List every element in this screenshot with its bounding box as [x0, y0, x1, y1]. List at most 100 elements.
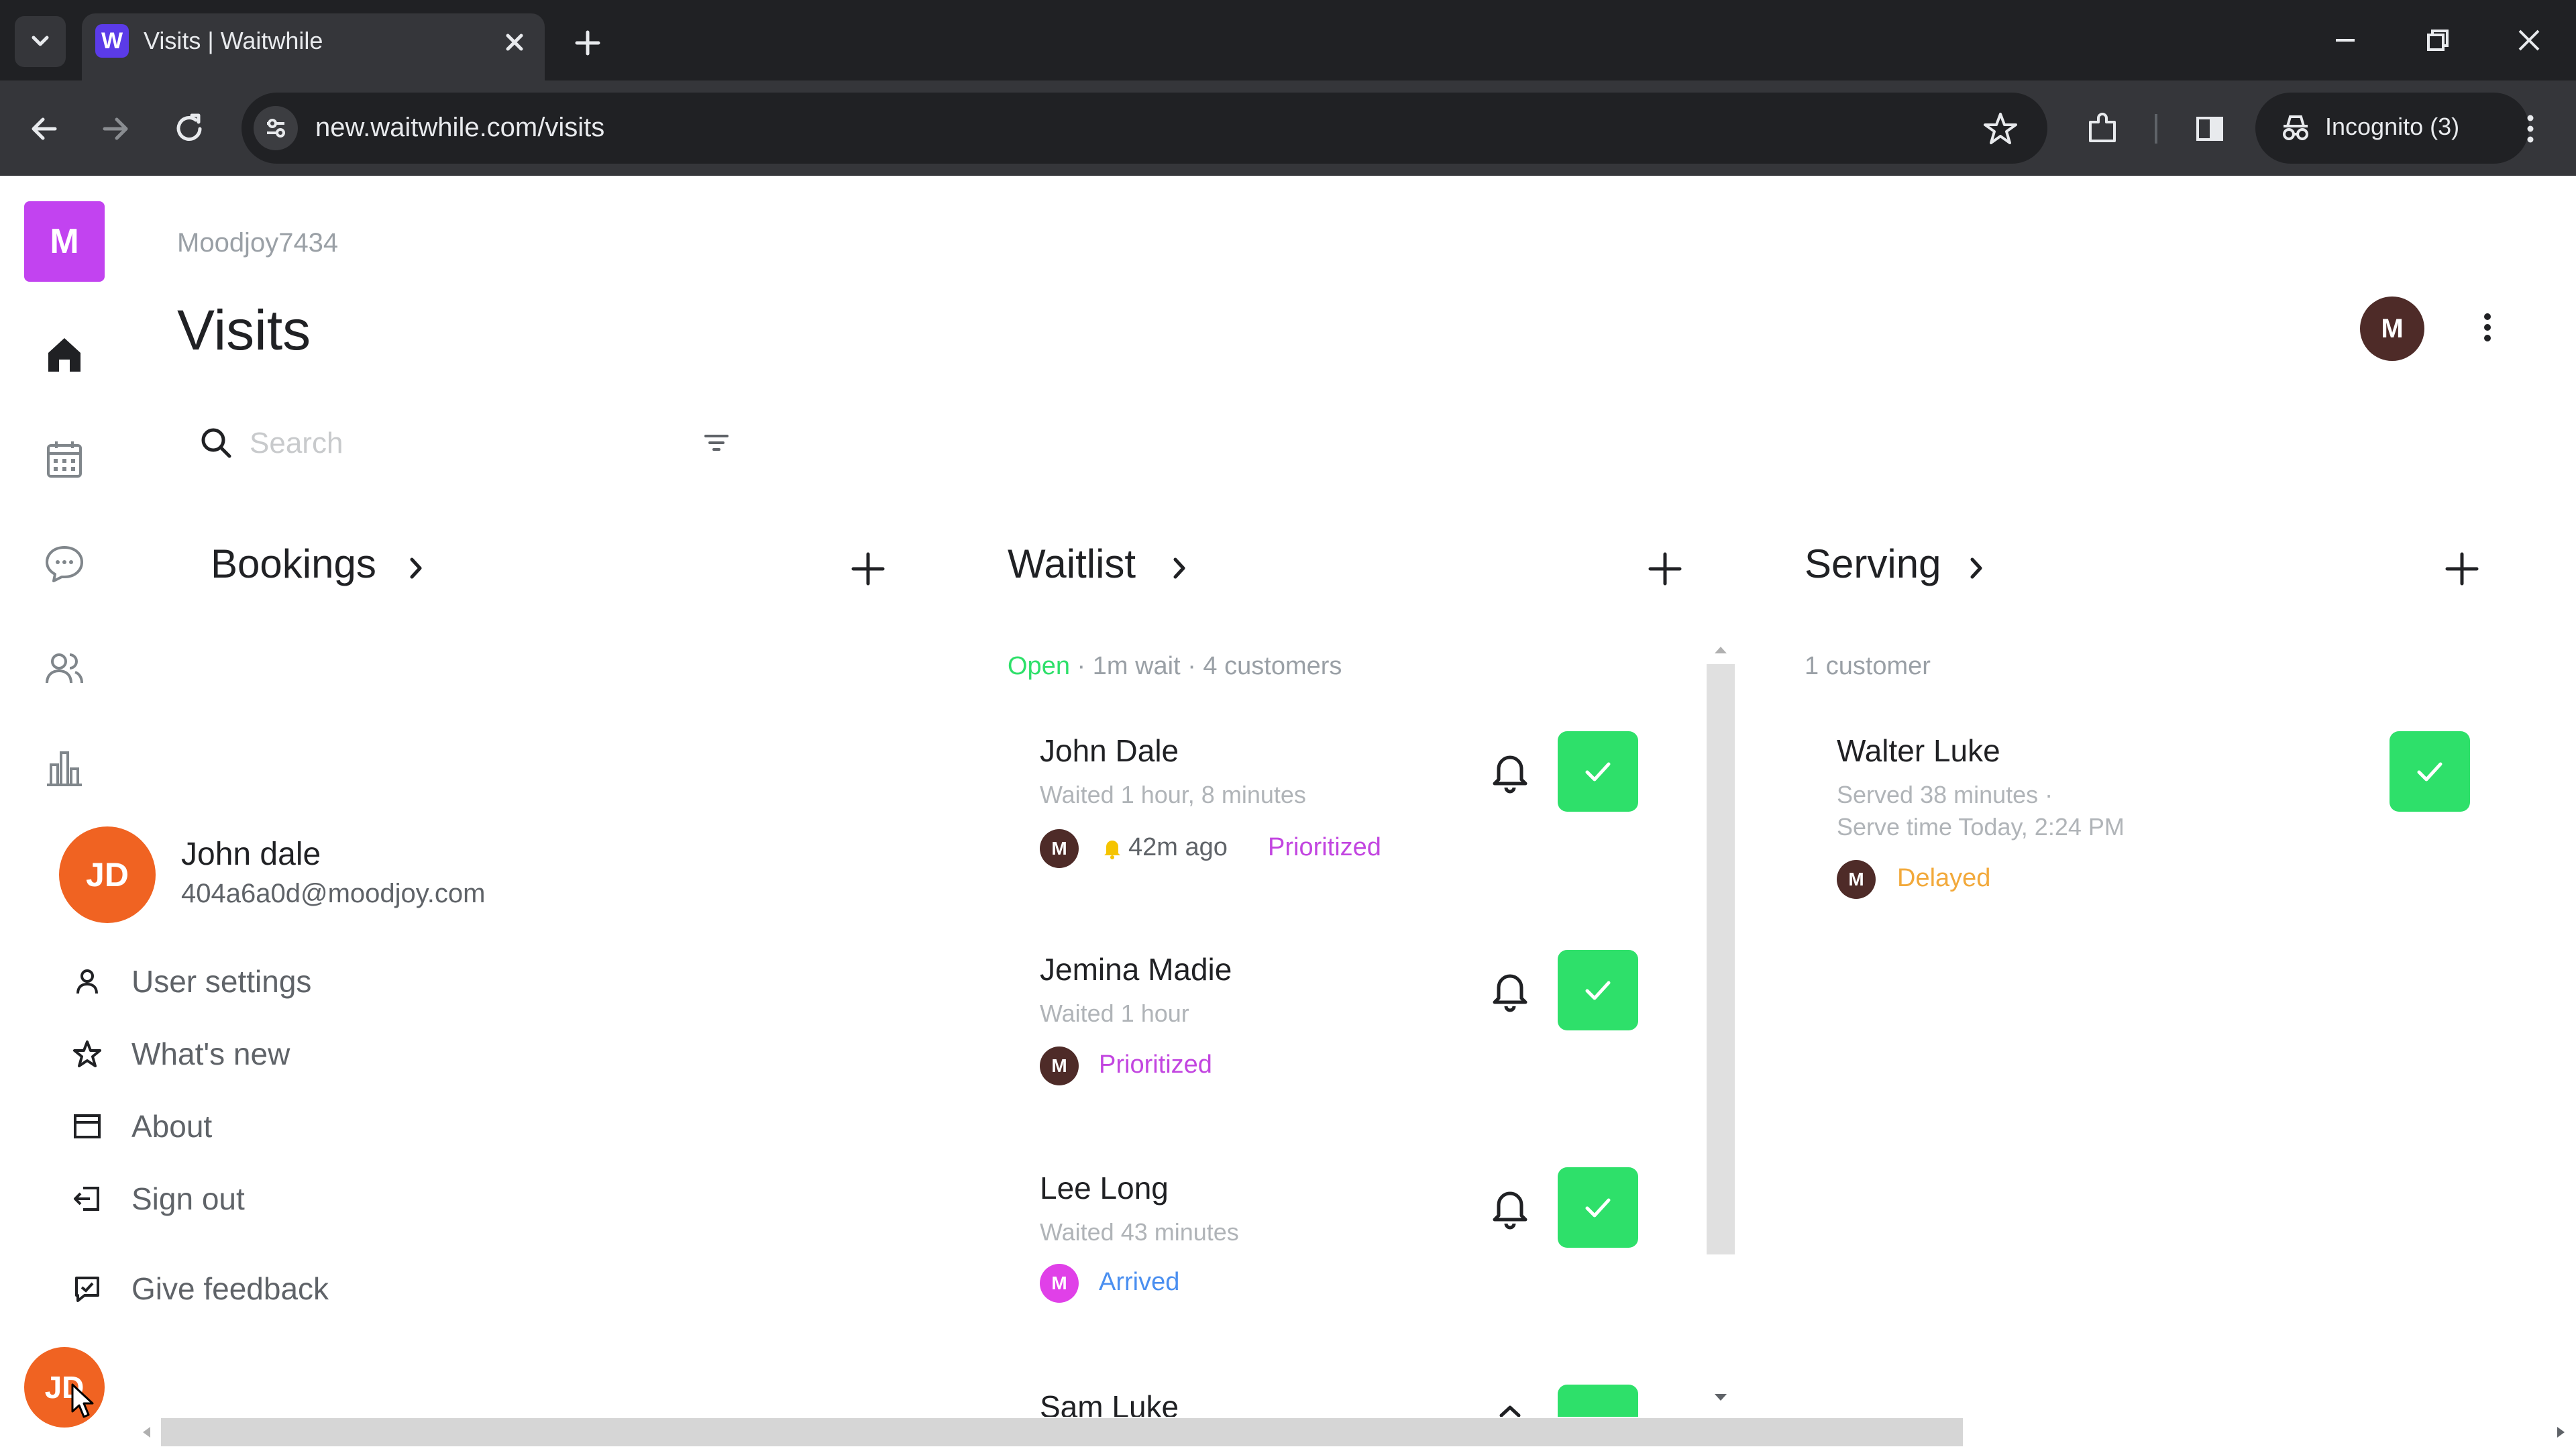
reload-icon[interactable] — [168, 107, 211, 150]
waitlist-chevron-right-icon[interactable] — [1163, 551, 1197, 585]
menu-item-label: Sign out — [131, 1181, 245, 1216]
status-badge: Delayed — [1897, 864, 1991, 892]
info-window-icon — [74, 1114, 101, 1138]
filter-icon[interactable] — [696, 423, 737, 463]
waitlist-scrollbar[interactable] — [1707, 664, 1735, 1254]
site-info-icon[interactable] — [254, 106, 298, 150]
analytics-icon[interactable] — [40, 743, 89, 792]
waitlist-item-wait: Waited 1 hour, 8 minutes — [1040, 781, 1306, 808]
waitlist-card-clip: Sam Luke — [1033, 1382, 1704, 1417]
scroll-left-arrow-icon[interactable] — [137, 1422, 157, 1442]
extensions-icon[interactable] — [2081, 107, 2124, 150]
check-icon — [1585, 762, 1611, 782]
side-panel-icon[interactable] — [2188, 107, 2231, 150]
complete-button[interactable] — [2390, 731, 2470, 812]
account-avatar[interactable]: M — [2360, 297, 2424, 361]
staff-avatar: M — [1040, 1264, 1079, 1303]
staff-avatar: M — [1040, 1046, 1079, 1085]
profile-avatar: JD — [59, 826, 156, 923]
bookings-chevron-right-icon[interactable] — [400, 551, 433, 585]
status-badge: Prioritized — [1268, 833, 1381, 861]
person-icon — [76, 969, 98, 994]
waitlist-summary: · 1m wait · 4 customers — [1077, 652, 1342, 680]
messages-icon[interactable] — [40, 539, 89, 588]
new-tab-icon[interactable] — [568, 23, 608, 63]
check-icon — [2417, 762, 2443, 782]
incognito-icon — [2275, 107, 2316, 148]
menu-item-label: About — [131, 1109, 213, 1144]
waitlist-item-name[interactable]: John Dale — [1040, 733, 1179, 769]
logout-icon — [74, 1187, 99, 1211]
sign-out-menu-item[interactable]: Sign out — [70, 1181, 245, 1217]
check-icon — [1585, 1198, 1611, 1218]
status-badge: Arrived — [1099, 1268, 1180, 1296]
menu-item-label: What's new — [131, 1036, 290, 1071]
forward-icon[interactable] — [94, 107, 137, 150]
chevron-down-icon — [32, 36, 49, 46]
add-serving-button[interactable] — [2438, 545, 2486, 593]
waitlist-item-name[interactable]: Jemina Madie — [1040, 951, 1232, 987]
home-icon[interactable] — [40, 330, 89, 378]
tab-close-icon[interactable] — [498, 25, 531, 59]
workspace-logo[interactable]: M — [24, 201, 105, 282]
whats-new-menu-item[interactable]: What's new — [70, 1036, 290, 1072]
horizontal-scrollbar[interactable] — [161, 1418, 1963, 1446]
minimize-icon[interactable] — [2325, 20, 2365, 60]
feedback-icon — [75, 1277, 99, 1302]
staff-avatar: M — [1040, 829, 1079, 868]
about-menu-item[interactable]: About — [70, 1108, 212, 1144]
serve-button[interactable] — [1558, 1385, 1638, 1417]
add-booking-button[interactable] — [844, 545, 892, 593]
search-icon — [196, 423, 236, 463]
staff-avatar: M — [1837, 860, 1876, 899]
waitlist-item-wait: Waited 43 minutes — [1040, 1218, 1239, 1246]
serve-button[interactable] — [1558, 731, 1638, 812]
give-feedback-menu-item[interactable]: Give feedback — [70, 1271, 329, 1307]
back-icon[interactable] — [23, 107, 66, 150]
scroll-right-arrow-icon[interactable] — [2551, 1422, 2571, 1442]
add-waitlist-button[interactable] — [1641, 545, 1689, 593]
serving-item-name[interactable]: Walter Luke — [1837, 733, 2000, 769]
menu-item-label: User settings — [131, 964, 312, 999]
search-input[interactable]: Search — [250, 427, 343, 460]
browser-menu-icon[interactable] — [2509, 107, 2552, 150]
workspace-name[interactable]: Moodjoy7434 — [177, 228, 338, 258]
bookings-column-title[interactable]: Bookings — [211, 541, 376, 587]
tab-title: Visits | Waitwhile — [144, 27, 323, 54]
star-icon — [73, 1040, 101, 1067]
bookmark-star-icon[interactable] — [1979, 107, 2022, 150]
expand-chevron-up-icon[interactable] — [1487, 1395, 1534, 1417]
waitlist-item-name[interactable]: Sam Luke — [1040, 1389, 1179, 1417]
page-title: Visits — [177, 299, 311, 362]
window-close-icon[interactable] — [2509, 20, 2549, 60]
serve-button[interactable] — [1558, 950, 1638, 1030]
more-options-icon[interactable] — [2466, 306, 2509, 349]
profile-name: John dale — [181, 837, 321, 872]
waitlist-open-status: Open — [1008, 652, 1070, 680]
waitlist-column-title[interactable]: Waitlist — [1008, 541, 1136, 587]
scroll-up-arrow-icon[interactable] — [1709, 641, 1732, 659]
calendar-icon[interactable] — [40, 435, 89, 483]
notify-bell-icon[interactable] — [1487, 1183, 1534, 1230]
waitlist-item-wait: Waited 1 hour — [1040, 1000, 1189, 1027]
check-icon — [1585, 981, 1611, 1000]
mouse-cursor-icon — [70, 1383, 97, 1421]
url-text[interactable]: new.waitwhile.com/visits — [315, 113, 604, 143]
user-settings-menu-item[interactable]: User settings — [70, 963, 311, 1000]
toolbar-divider — [2155, 114, 2157, 144]
notify-bell-icon[interactable] — [1487, 747, 1534, 794]
restore-icon[interactable] — [2418, 20, 2458, 60]
tab-search-button[interactable] — [15, 16, 66, 67]
customers-icon[interactable] — [40, 644, 89, 692]
serve-button[interactable] — [1558, 1167, 1638, 1248]
waitlist-item-name[interactable]: Lee Long — [1040, 1170, 1169, 1206]
scroll-down-arrow-icon[interactable] — [1709, 1389, 1732, 1406]
status-badge: Prioritized — [1099, 1051, 1212, 1079]
serving-item-serve-time: Serve time Today, 2:24 PM — [1837, 813, 2125, 841]
profile-email: 404a6a0d@moodjoy.com — [181, 879, 486, 908]
waitwhile-favicon-icon: W — [95, 24, 129, 58]
notified-bell-icon — [1100, 836, 1124, 860]
serving-chevron-right-icon[interactable] — [1960, 551, 1994, 585]
serving-column-title[interactable]: Serving — [1805, 541, 1941, 587]
notify-bell-icon[interactable] — [1487, 966, 1534, 1013]
